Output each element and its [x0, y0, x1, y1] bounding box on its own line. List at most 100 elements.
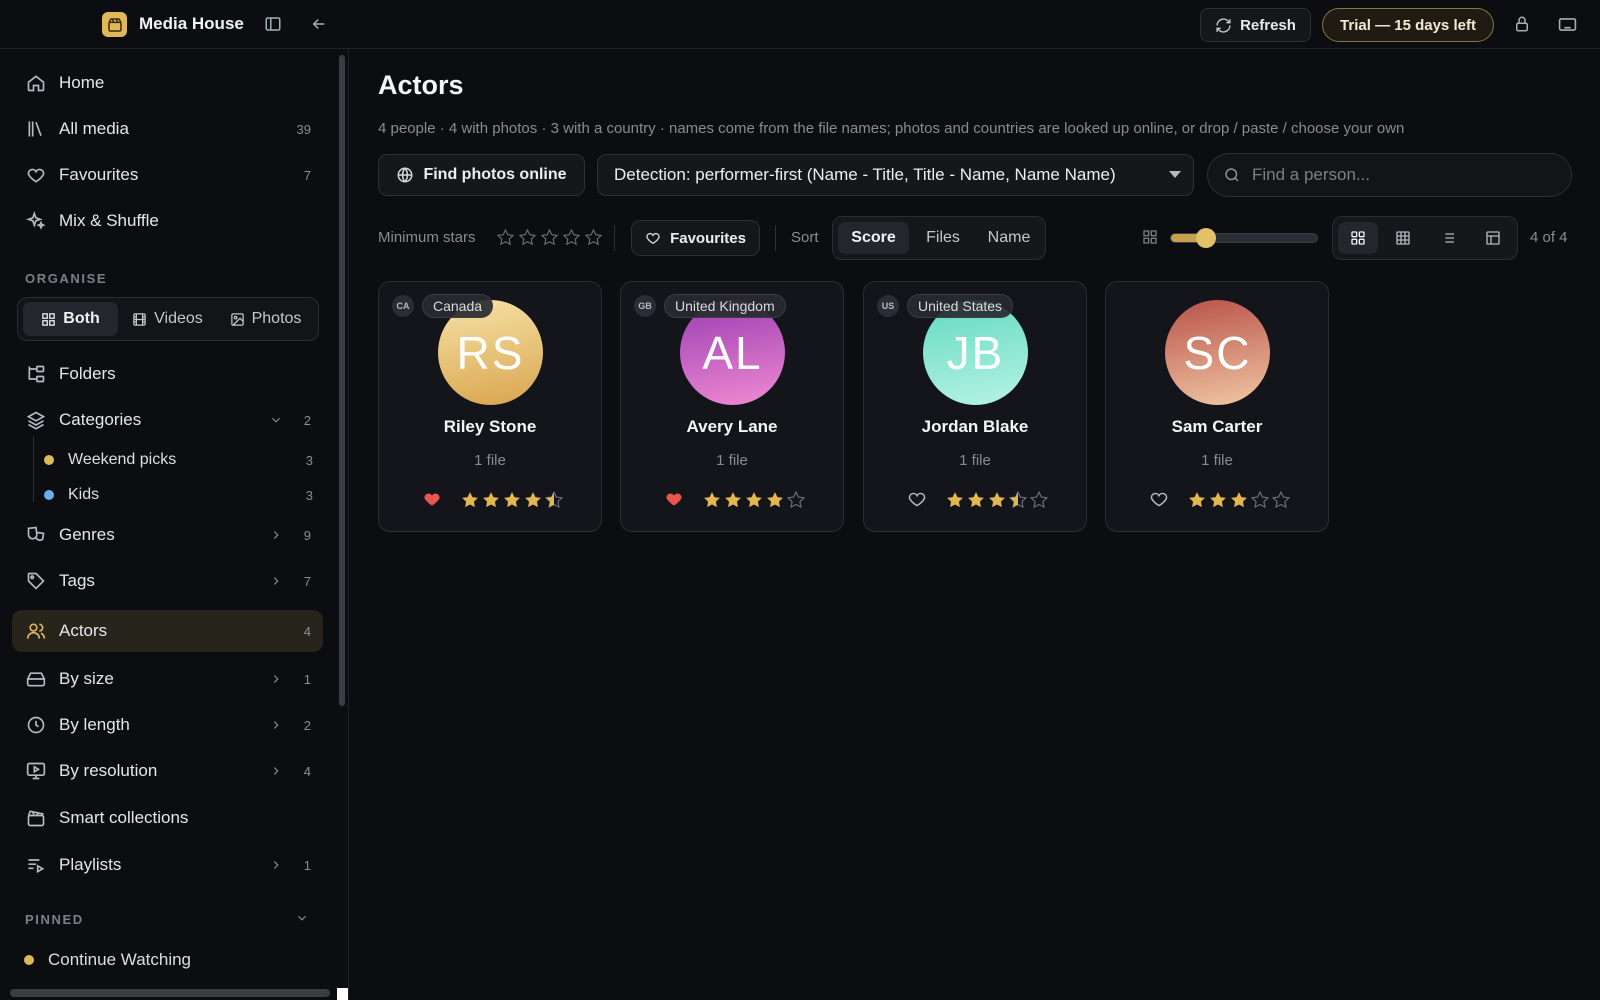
sidebar-item-actors[interactable]: Actors 4	[12, 610, 323, 652]
star-icon[interactable]	[966, 490, 986, 510]
star-icon[interactable]	[744, 490, 764, 510]
list-icon	[1442, 233, 1454, 243]
star-icon[interactable]	[702, 490, 722, 510]
star-icon[interactable]	[987, 490, 1007, 510]
chevron-right-icon[interactable]	[269, 528, 283, 542]
star-icon[interactable]	[945, 490, 965, 510]
layers-icon	[24, 408, 48, 432]
view-grid-small-button[interactable]	[1383, 222, 1423, 254]
back-arrow-icon[interactable]	[308, 13, 330, 35]
keyboard-icon[interactable]	[1556, 13, 1578, 35]
filter-label: Videos	[154, 310, 203, 327]
view-table-button[interactable]	[1473, 222, 1513, 254]
detection-select[interactable]: Detection: performer-first (Name - Title…	[597, 154, 1194, 196]
favourite-heart-icon[interactable]	[1149, 489, 1169, 509]
trial-badge[interactable]: Trial — 15 days left	[1322, 8, 1494, 42]
person-file-count: 1 file	[716, 452, 748, 469]
sidebar-item-by-length[interactable]: By length 2	[12, 704, 323, 746]
star-icon[interactable]	[1271, 490, 1291, 510]
filter-videos-button[interactable]: Videos	[120, 302, 215, 336]
view-grid-large-button[interactable]	[1338, 222, 1378, 254]
person-search[interactable]	[1207, 153, 1572, 197]
person-card[interactable]: CA Canada RS Riley Stone 1 file	[378, 281, 602, 532]
chevron-right-icon[interactable]	[269, 764, 283, 778]
min-stars-rating[interactable]	[495, 227, 603, 247]
sidebar-item-count: 1	[303, 857, 311, 873]
favourite-heart-icon[interactable]	[422, 489, 442, 509]
view-list-button[interactable]	[1428, 222, 1468, 254]
person-card[interactable]: US United States JB Jordan Blake 1 file	[863, 281, 1087, 532]
star-rating[interactable]	[460, 490, 564, 510]
sort-files-button[interactable]: Files	[911, 222, 975, 254]
min-star-icon[interactable]	[539, 227, 559, 247]
chevron-right-icon[interactable]	[269, 858, 283, 872]
star-icon[interactable]	[1187, 490, 1207, 510]
star-icon[interactable]	[1029, 490, 1049, 510]
min-star-icon[interactable]	[495, 227, 515, 247]
sidebar-scrollbar-vertical[interactable]	[339, 55, 345, 706]
sort-score-button[interactable]: Score	[838, 222, 909, 254]
country-code-badge: GB	[634, 295, 656, 317]
avatar[interactable]: SC	[1165, 300, 1270, 405]
sidebar-item-smart-collections[interactable]: Smart collections	[12, 797, 323, 839]
sort-name-button[interactable]: Name	[977, 222, 1041, 254]
sidebar-item-categories[interactable]: Categories 2	[12, 399, 323, 441]
media-type-filter: Both Videos Photos	[17, 297, 319, 341]
sidebar-item-by-size[interactable]: By size 1	[12, 658, 323, 700]
search-input[interactable]	[1252, 165, 1552, 185]
chevron-right-icon[interactable]	[269, 574, 283, 588]
sidebar-item-label: All media	[59, 119, 129, 138]
star-rating[interactable]	[702, 490, 806, 510]
slider-thumb[interactable]	[1196, 228, 1217, 248]
card-size-slider[interactable]	[1170, 228, 1318, 248]
star-icon[interactable]	[523, 490, 543, 510]
filter-photos-button[interactable]: Photos	[217, 302, 314, 336]
star-icon[interactable]	[765, 490, 785, 510]
favourites-filter-button[interactable]: Favourites	[631, 220, 760, 256]
min-star-icon[interactable]	[561, 227, 581, 247]
star-icon[interactable]	[502, 490, 522, 510]
category-item-weekend-picks[interactable]: Weekend picks 3	[44, 445, 318, 475]
category-item-kids[interactable]: Kids 3	[44, 480, 318, 510]
lock-icon[interactable]	[1511, 13, 1533, 35]
sidebar-item-playlists[interactable]: Playlists 1	[12, 844, 323, 886]
sidebar-item-genres[interactable]: Genres 9	[12, 514, 323, 556]
star-rating[interactable]	[1187, 490, 1291, 510]
sidebar-item-home[interactable]: Home	[12, 62, 323, 104]
favourite-heart-icon[interactable]	[664, 489, 684, 509]
refresh-button[interactable]: Refresh	[1200, 8, 1311, 42]
star-icon[interactable]	[460, 490, 480, 510]
app-logo-icon	[102, 12, 127, 37]
sidebar-item-by-resolution[interactable]: By resolution 4	[12, 750, 323, 792]
star-icon[interactable]	[786, 490, 806, 510]
star-icon[interactable]	[1229, 490, 1249, 510]
sidebar-item-folders[interactable]: Folders	[12, 353, 323, 395]
chevron-right-icon[interactable]	[269, 718, 283, 732]
person-card[interactable]: GB United Kingdom AL Avery Lane 1 file	[620, 281, 844, 532]
star-rating[interactable]	[945, 490, 1049, 510]
min-star-icon[interactable]	[583, 227, 603, 247]
person-card[interactable]: SC Sam Carter 1 file	[1105, 281, 1329, 532]
sidebar-item-favourites[interactable]: Favourites 7	[12, 154, 323, 196]
pinned-item-continue-watching[interactable]: Continue Watching	[24, 945, 298, 975]
pinned-collapse-chevron-icon[interactable]	[295, 911, 309, 925]
min-star-icon[interactable]	[517, 227, 537, 247]
filter-both-button[interactable]: Both	[23, 302, 118, 336]
person-file-count: 1 file	[1201, 452, 1233, 469]
favourite-heart-icon[interactable]	[907, 489, 927, 509]
star-icon[interactable]	[723, 490, 743, 510]
find-photos-button[interactable]: Find photos online	[378, 154, 585, 196]
sidebar-scrollbar-horizontal[interactable]	[10, 989, 330, 997]
star-icon[interactable]	[544, 490, 564, 510]
star-icon[interactable]	[481, 490, 501, 510]
star-icon[interactable]	[1008, 490, 1028, 510]
monitor-play-icon	[24, 759, 48, 783]
star-icon[interactable]	[1208, 490, 1228, 510]
sidebar-item-all-media[interactable]: All media 39	[12, 108, 323, 150]
star-icon[interactable]	[1250, 490, 1270, 510]
sidebar-item-tags[interactable]: Tags 7	[12, 560, 323, 602]
sidebar-item-mix-shuffle[interactable]: Mix & Shuffle	[12, 200, 323, 242]
sidebar-toggle-icon[interactable]	[262, 13, 284, 35]
chevron-right-icon[interactable]	[269, 672, 283, 686]
chevron-down-icon[interactable]	[269, 413, 283, 427]
